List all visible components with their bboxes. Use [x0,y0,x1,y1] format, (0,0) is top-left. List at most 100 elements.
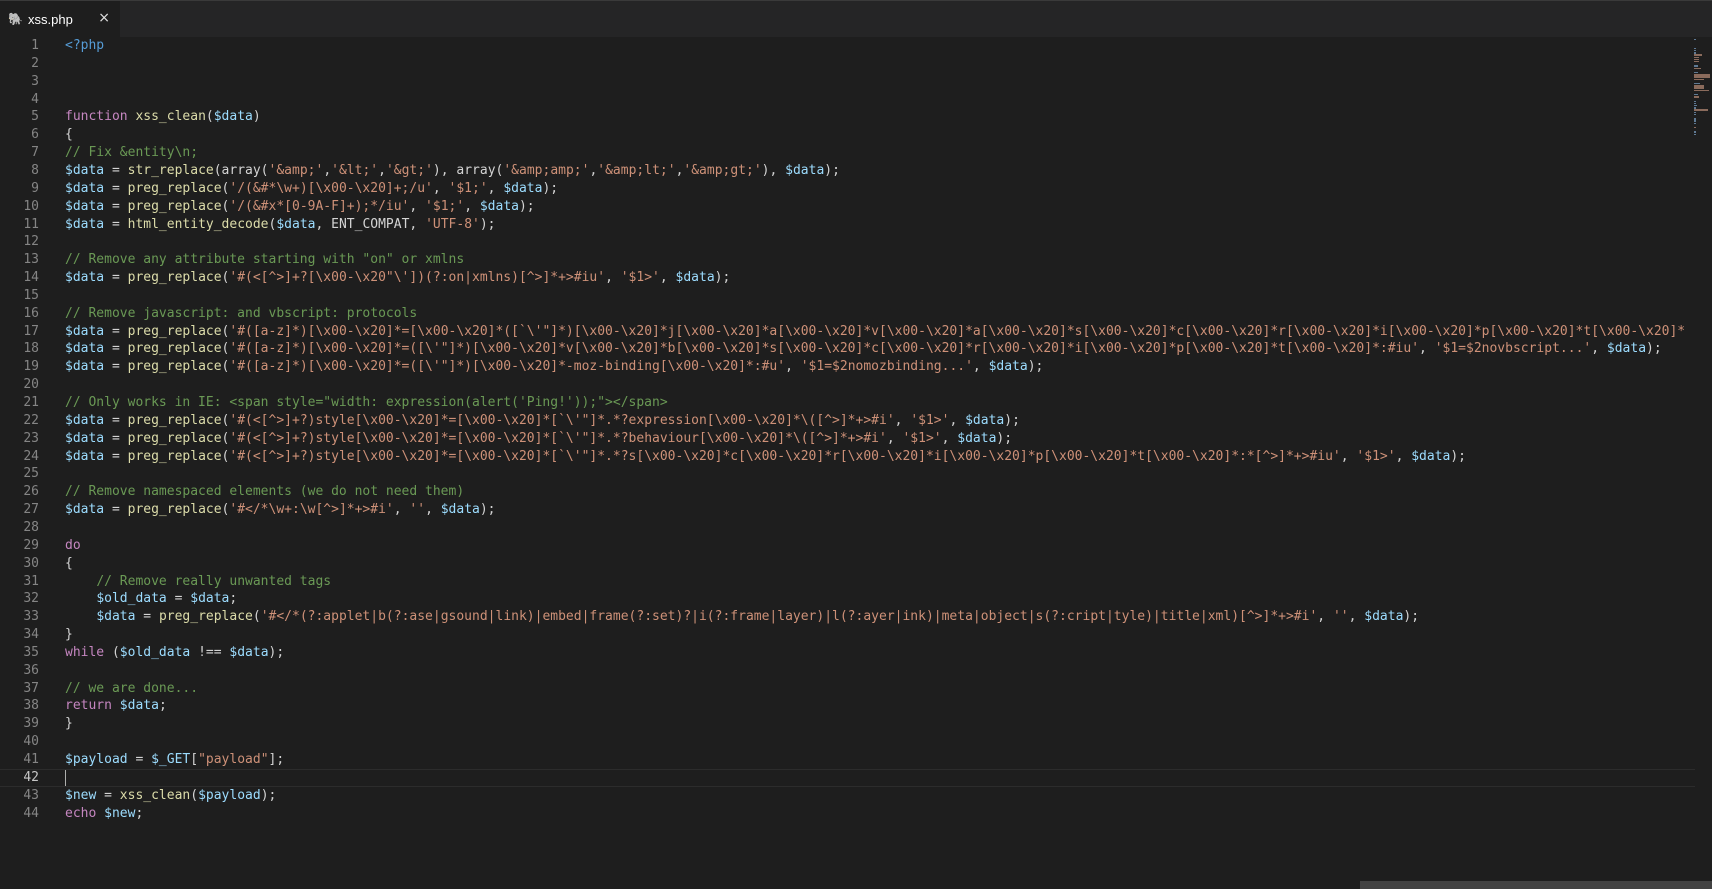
code-token: $data [65,198,105,214]
code-line[interactable]: 16 // Remove javascript: and vbscript: pr… [0,305,1712,323]
code-line[interactable]: 15 [0,287,1712,305]
code-token: = [104,341,128,357]
code-token: $data [503,180,543,196]
code-token: // Remove really unwanted tags [96,573,332,589]
line-number: 30 [23,555,39,571]
line-number: 44 [23,805,39,821]
code-line[interactable]: 5 function xss_clean($data) [0,108,1712,126]
code-line[interactable]: 18 $data = preg_replace('#([a-z]*)[\x00-\… [0,340,1712,358]
code-line[interactable]: 33 $data = preg_replace('#</*(?:applet|b… [0,608,1712,626]
code-line[interactable]: 22 $data = preg_replace('#(<[^>]+?)style[… [0,412,1712,430]
horizontal-scrollbar[interactable] [1360,881,1712,889]
code-token: , [1340,448,1357,464]
code-token: '&amp;lt;' [597,162,676,178]
code-token: , [464,198,480,214]
code-line[interactable]: 17 $data = preg_replace('#([a-z]*)[\x00-\… [0,323,1712,341]
code-line[interactable]: 38 return $data; [0,697,1712,715]
code-line[interactable]: 1 <?php [0,37,1712,55]
code-line[interactable]: 2 [0,55,1712,73]
code-text: { [65,126,73,144]
code-line[interactable]: 23 $data = preg_replace('#(<[^>]+?)style[… [0,430,1712,448]
line-number: 3 [31,73,39,89]
code-token: xss_clean [135,109,206,125]
minimap-line [1694,67,1702,69]
code-line[interactable]: 12 [0,233,1712,251]
code-token: // we are done... [65,680,199,696]
code-text: <?php [65,37,104,55]
code-line[interactable]: 36 [0,662,1712,680]
line-number: 34 [23,627,39,643]
code-line[interactable]: 41 $payload = $_GET["payload"]; [0,751,1712,769]
text-cursor [65,769,66,786]
code-token: = [104,412,128,428]
code-token: preg_replace [127,430,222,446]
line-number: 41 [23,752,39,767]
code-token: '&gt;' [385,162,433,178]
code-line[interactable]: 4 [0,91,1712,109]
code-token: $data [65,216,105,232]
line-number: 25 [23,466,39,482]
code-line[interactable]: 11 $data = html_entity_decode($data, ENT_… [0,216,1712,234]
code-token: html_entity_decode [127,216,269,232]
minimap-line [1694,76,1710,78]
code-line[interactable]: 40 [0,733,1712,751]
code-line[interactable]: 14 $data = preg_replace('#(<[^>]+?[\x00-\… [0,269,1712,287]
code-text: $data = html_entity_decode($data, ENT_CO… [65,216,496,234]
code-line[interactable]: 8 $data = str_replace(array('&amp;','&lt;… [0,162,1712,180]
line-number: 27 [23,502,39,518]
minimap-line [1694,102,1696,105]
minimap-line [1694,72,1698,74]
code-token: , [378,162,386,178]
code-line[interactable]: 26 // Remove namespaced elements (we do n… [0,483,1712,501]
minimap-line [1694,65,1699,67]
code-line[interactable]: 42 [0,768,1712,787]
code-token: while [65,644,105,660]
line-number: 14 [23,270,39,286]
code-line[interactable]: 35 while ($old_data !== $data); [0,644,1712,662]
code-token: , [1317,609,1333,625]
minimap-line [1694,109,1709,111]
code-line[interactable]: 29 do [0,537,1712,555]
code-line[interactable]: 21 // Only works in IE: <span style="widt… [0,394,1712,412]
tab-xss-php[interactable]: 🐘 xss.php × [0,1,120,37]
code-token: = [104,502,128,518]
minimap[interactable] [1692,37,1712,137]
code-text: function xss_clean($data) [65,108,261,126]
code-line[interactable]: 31 // Remove really unwanted tags [0,573,1712,591]
code-line[interactable]: 44 echo $new; [0,805,1712,823]
code-line[interactable]: 30 { [0,555,1712,573]
code-line[interactable]: 39} [0,715,1712,733]
code-line[interactable]: 3 [0,73,1712,91]
code-line[interactable]: 25 [0,465,1712,483]
code-token: '&amp;gt;' [683,162,762,178]
code-token: // Remove namespaced elements (we do not… [65,484,465,500]
code-line[interactable]: 37 // we are done... [0,680,1712,698]
code-line[interactable]: 7 // Fix &entity\n; [0,144,1712,162]
code-line[interactable]: 20 [0,376,1712,394]
code-line[interactable]: 34} [0,626,1712,644]
code-line[interactable]: 13 // Remove any attribute starting with … [0,251,1712,269]
code-line[interactable]: 24 $data = preg_replace('#(<[^>]+?)style[… [0,448,1712,466]
code-token: '$1;' [448,180,488,196]
line-number: 21 [23,395,39,410]
line-number: 19 [23,359,39,375]
code-line[interactable]: 10 $data = preg_replace('/(&#x*[0-9A-F]+)… [0,198,1712,216]
code-line[interactable]: 19 $data = preg_replace('#([a-z]*)[\x00-\… [0,358,1712,376]
minimap-line [1694,120,1696,122]
code-line[interactable]: 6{ [0,126,1712,144]
code-token: = [104,270,128,286]
code-line[interactable]: 27 $data = preg_replace('#</*\w+:\w[^>]*+… [0,501,1712,519]
code-editor[interactable]: 1 <?php 2 3 4 5 function xss_clean($data) 6{7//… [0,37,1712,889]
code-line[interactable]: 28 [0,519,1712,537]
code-line[interactable]: 9 $data = preg_replace('/(&#*\w+)[\x00-\x… [0,180,1712,198]
close-icon[interactable]: × [98,10,110,26]
code-line[interactable]: 43 $new = xss_clean($payload); [0,787,1712,805]
code-token: = [104,162,128,178]
code-token: = [166,591,191,607]
code-line[interactable]: 32 $old_data = $data; [0,590,1712,608]
code-text: // Remove namespaced elements (we do not… [65,483,464,501]
code-token: '$1>' [910,412,950,428]
line-number: 22 [23,412,39,428]
code-token: '#([a-z]*)[\x00-\x20]*=([\'"]*)[\x00-\x2… [229,341,1420,357]
code-text: $data = preg_replace('#</*(?:applet|b(?:… [65,608,1419,626]
